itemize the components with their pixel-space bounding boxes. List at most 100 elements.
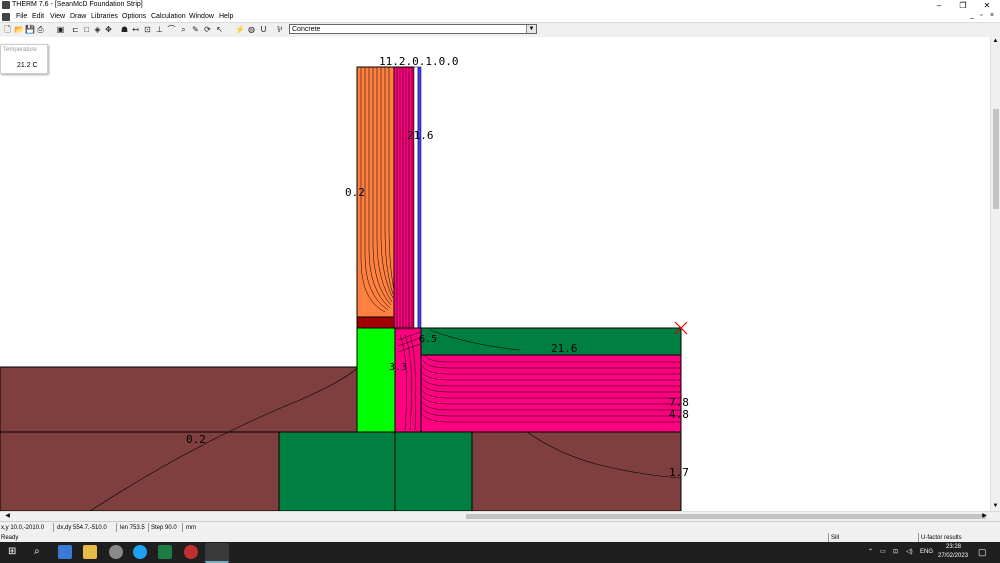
temperature-popup: Temperature 21.2 C	[0, 44, 48, 74]
label-wall-left: 0.2	[345, 186, 365, 199]
material-select-value: Concrete	[292, 26, 321, 33]
wall-white-layer	[413, 66, 419, 329]
menu-calculation[interactable]: Calculation	[151, 13, 186, 20]
edge-insulation	[394, 327, 422, 433]
windows-start-icon[interactable]: ⊞	[8, 546, 16, 557]
terminal-icon[interactable]	[58, 545, 72, 559]
label-ground-left: 0.2	[186, 433, 206, 446]
status-length: len 753.5	[120, 525, 145, 531]
maximize-button[interactable]: ❐	[952, 0, 974, 11]
temperature-value: 21.2 C	[17, 62, 38, 69]
label-junction-1: 6.5	[419, 334, 437, 345]
draw-polygon-icon[interactable]: ⊏	[71, 25, 80, 34]
drawing-canvas[interactable]: 11.2.0.1.0.0 21.6 0.2 21.6 6.5 3.3 7.8 4…	[0, 37, 990, 511]
vertical-scroll-thumb[interactable]	[993, 109, 999, 209]
clock-time[interactable]: 23:28	[946, 544, 961, 550]
menu-help[interactable]: Help	[219, 13, 233, 20]
dimension-icon[interactable]: ⊥	[155, 25, 164, 34]
scroll-left-icon[interactable]: ◀	[3, 512, 12, 521]
mdi-minimize-icon[interactable]: _	[970, 12, 974, 19]
status-divider	[116, 523, 117, 532]
boundary-icon[interactable]: ☗	[120, 25, 129, 34]
eyedropper-icon[interactable]: ✎	[191, 25, 200, 34]
horizontal-scrollbar[interactable]: ◀ ▶	[0, 511, 1000, 521]
menu-libraries[interactable]: Libraries	[91, 13, 118, 20]
clock-date[interactable]: 27/02/2023	[938, 553, 968, 559]
cut-icon[interactable]: ▣	[56, 25, 65, 34]
label-wall-interior: 21.6	[407, 129, 434, 142]
wall-blue-layer	[417, 66, 422, 329]
label-top-cluster: 11.2.0.1.0.0	[379, 55, 458, 68]
print-icon[interactable]: ⎙	[36, 25, 45, 34]
material-select[interactable]: Concrete ▼	[289, 24, 537, 34]
status-divider	[53, 523, 54, 532]
ground-left-lower	[0, 431, 280, 511]
menu-options[interactable]: Options	[122, 13, 146, 20]
rotate-icon[interactable]: ⟳	[203, 25, 212, 34]
temperature-header: Temperature	[3, 47, 37, 53]
status-ready: Ready	[1, 535, 19, 541]
windows-taskbar: ⊞ ⌕ ⌃ ▭ ⊡ ◁) ENG 23:28 27/02/2023 ▢	[0, 542, 1000, 563]
locator-icon[interactable]: ✥	[104, 25, 113, 34]
vertical-scrollbar[interactable]: ▲ ▼	[990, 37, 1000, 511]
menu-file[interactable]: File	[16, 13, 27, 20]
status-divider	[918, 533, 919, 542]
status-dxdy: dx,dy 554.7,-510.0	[57, 525, 107, 531]
mdi-close-icon[interactable]: ×	[990, 12, 994, 19]
footing-left	[278, 431, 396, 511]
scroll-down-icon[interactable]: ▼	[991, 502, 1000, 511]
network-icon[interactable]: ⊡	[893, 548, 898, 555]
close-button[interactable]: ✕	[976, 0, 998, 11]
new-file-icon[interactable]: 🗋	[3, 25, 12, 34]
red-app-icon[interactable]	[184, 545, 198, 559]
arc-icon[interactable]: ⌒	[167, 25, 176, 34]
minimize-button[interactable]: –	[928, 0, 950, 11]
notification-icon[interactable]: ▢	[978, 547, 987, 558]
u-factor-icon[interactable]: U	[259, 25, 268, 34]
stem-wall-green	[356, 327, 396, 433]
scroll-right-icon[interactable]: ▶	[980, 512, 989, 521]
menu-draw[interactable]: Draw	[70, 13, 86, 20]
insert-point-icon[interactable]: ⊡	[143, 25, 152, 34]
document-icon	[2, 13, 10, 21]
settings-app-icon[interactable]	[109, 545, 123, 559]
label-ground-right: 1.7	[669, 466, 689, 479]
battery-icon[interactable]: ▭	[880, 548, 886, 555]
status-xy: x,y 10.0,-2010.0	[1, 525, 45, 531]
status-step: Step 90.0	[151, 525, 177, 531]
mdi-restore-icon[interactable]: ▫	[980, 12, 982, 19]
draw-rectangle-icon[interactable]: □	[82, 25, 91, 34]
slab-insulation	[420, 354, 682, 433]
pointer-tool-icon[interactable]: ↖	[215, 25, 224, 34]
horizontal-scroll-thumb[interactable]	[466, 514, 986, 519]
search-icon[interactable]: ⌕	[34, 546, 40, 557]
title-bar: THERM 7.6 - [SeanMcD Foundation Strip] –…	[0, 0, 1000, 11]
spreadsheet-app-icon[interactable]	[158, 545, 172, 559]
calculate-lightning-icon[interactable]: ⚡	[235, 25, 245, 34]
open-file-icon[interactable]: 📂	[14, 25, 24, 34]
edge-browser-icon[interactable]	[133, 545, 147, 559]
language-indicator[interactable]: ENG	[920, 549, 933, 555]
menu-bar: File Edit View Draw Libraries Options Ca…	[0, 11, 1000, 22]
zoom-icon[interactable]: ⌕	[179, 25, 188, 34]
chevron-down-icon[interactable]: ▼	[526, 25, 536, 33]
scroll-up-icon[interactable]: ▲	[991, 37, 1000, 46]
move-point-icon[interactable]: ↤	[131, 25, 140, 34]
volume-icon[interactable]: ◁)	[906, 548, 913, 555]
file-explorer-icon[interactable]	[83, 545, 97, 559]
status-divider	[148, 523, 149, 532]
ground-left-upper	[0, 366, 358, 433]
menu-view[interactable]: View	[50, 13, 65, 20]
therm-taskbar-icon[interactable]	[205, 543, 229, 563]
save-icon[interactable]: 💾	[25, 25, 35, 34]
fill-icon[interactable]: ◈	[93, 25, 102, 34]
ground-right-lower	[471, 431, 682, 511]
footing-right	[394, 431, 473, 511]
status-unit: mm	[186, 525, 196, 531]
tray-chevron-up-icon[interactable]: ⌃	[868, 548, 873, 555]
menu-edit[interactable]: Edit	[32, 13, 44, 20]
results-icon[interactable]: ◍	[247, 25, 256, 34]
material-properties-icon[interactable]: ⅌	[275, 25, 284, 34]
status-bar: x,y 10.0,-2010.0 dx,dy 554.7,-510.0 len …	[0, 521, 1000, 543]
menu-window[interactable]: Window	[189, 13, 214, 20]
